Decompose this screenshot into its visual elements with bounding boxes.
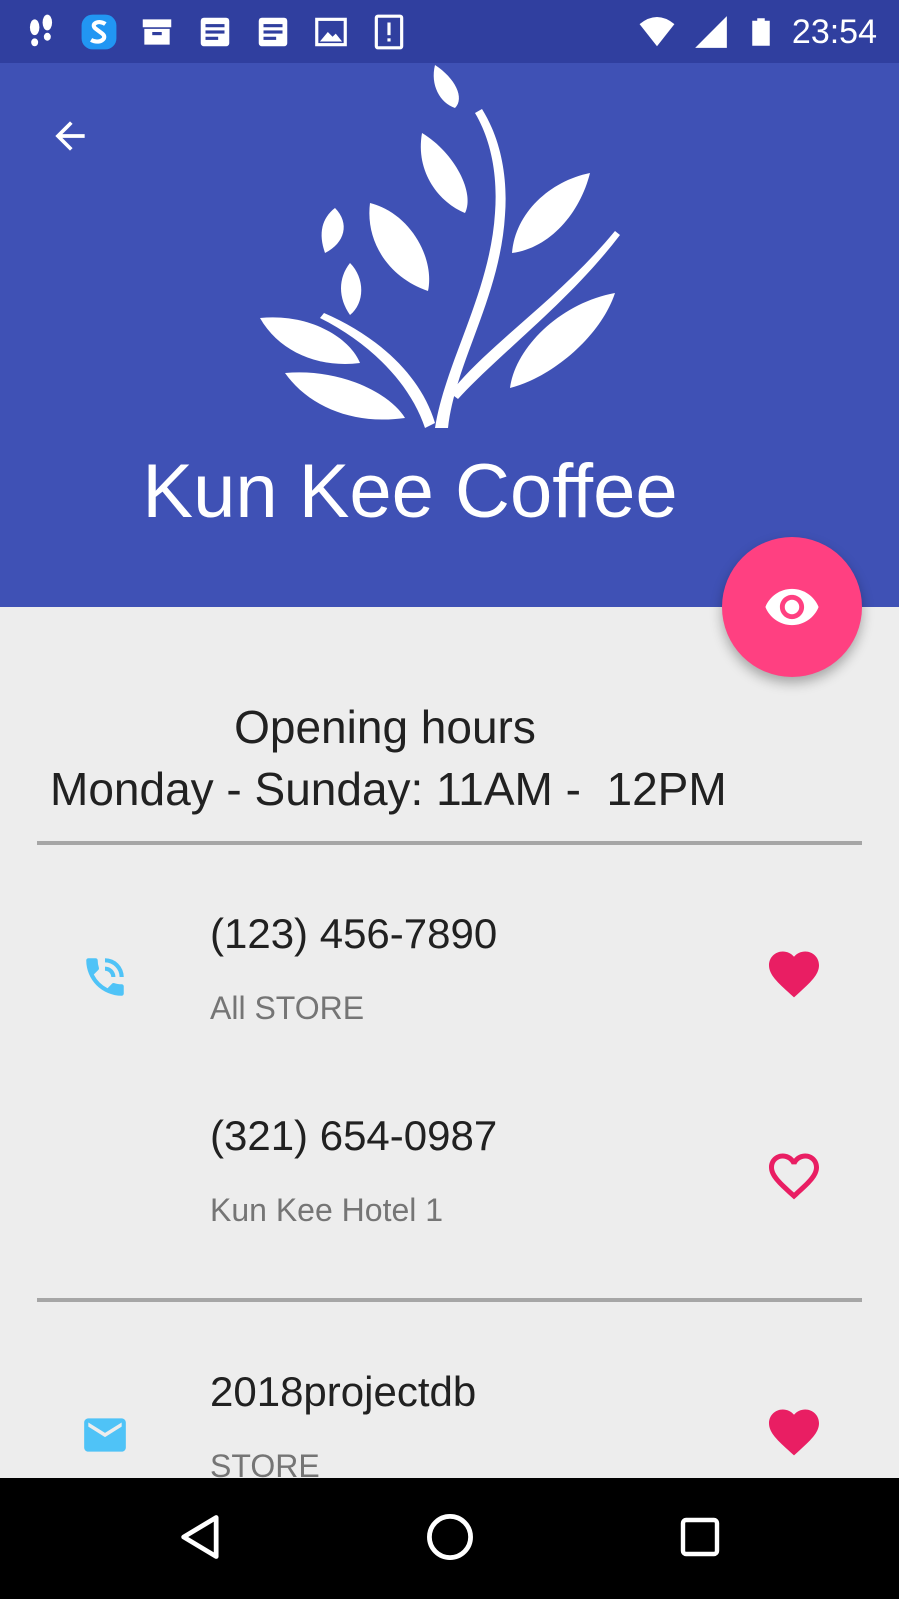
s-app-icon	[81, 14, 117, 50]
nav-home-button[interactable]	[415, 1502, 485, 1572]
eye-icon	[765, 588, 819, 626]
status-bar: 23:54	[0, 0, 899, 63]
store-title: Kun Kee Coffee	[142, 449, 678, 534]
document-icon	[200, 17, 230, 47]
contact-row-phone-1[interactable]: (123) 456-7890 All STORE	[0, 910, 899, 1090]
nav-back-button[interactable]	[166, 1502, 236, 1572]
arrow-back-icon	[55, 121, 85, 151]
divider	[37, 1298, 862, 1302]
heart-filled-icon[interactable]	[764, 1402, 824, 1462]
document-icon	[258, 17, 288, 47]
view-fab-button[interactable]	[722, 537, 862, 677]
recents-square-icon	[680, 1517, 720, 1557]
battery-icon	[752, 18, 770, 46]
archive-icon	[142, 19, 172, 45]
back-button[interactable]	[42, 108, 98, 164]
divider	[37, 841, 862, 845]
system-status: 23:54	[638, 8, 877, 56]
phone-number: (123) 456-7890	[210, 910, 498, 957]
signal-icon	[695, 16, 727, 48]
email-icon	[84, 1418, 126, 1452]
contact-row-phone-2[interactable]: (321) 654-0987 Kun Kee Hotel 1	[0, 1112, 899, 1292]
opening-hours-text: Monday - Sunday: 11AM - 12PM	[50, 763, 727, 815]
wifi-icon	[639, 16, 675, 47]
image-icon	[315, 17, 347, 47]
footprints-icon	[29, 14, 53, 47]
heart-filled-icon[interactable]	[764, 944, 824, 1004]
system-navigation-bar	[0, 1478, 899, 1599]
alert-icon	[374, 14, 404, 50]
nav-recents-button[interactable]	[665, 1502, 735, 1572]
phone-icon	[86, 958, 124, 996]
heart-outline-icon[interactable]	[764, 1146, 824, 1206]
back-triangle-icon	[181, 1515, 219, 1559]
phone-label: Kun Kee Hotel 1	[210, 1192, 444, 1228]
clock: 23:54	[791, 12, 877, 51]
leaf-tree-logo	[260, 65, 620, 428]
email-address: 2018projectdb	[210, 1368, 477, 1415]
phone-number: (321) 654-0987	[210, 1112, 498, 1159]
notification-icons	[22, 10, 408, 54]
store-header: Kun Kee Coffee	[0, 63, 899, 607]
home-circle-icon	[427, 1514, 473, 1560]
phone-label: All STORE	[210, 990, 365, 1026]
opening-hours-title: Opening hours	[234, 701, 536, 753]
